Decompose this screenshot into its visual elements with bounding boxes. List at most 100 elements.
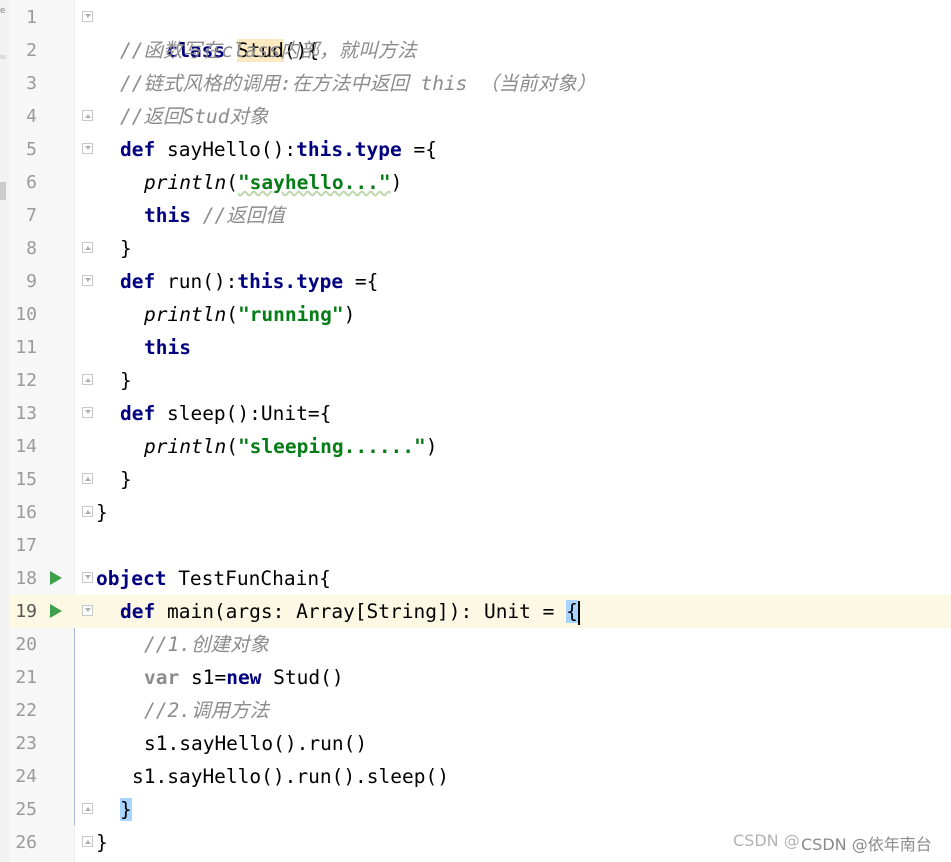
string-literal: "sayhello..." [237,171,391,194]
line-number: 22 [15,700,37,721]
fold-close-icon[interactable] [82,803,93,814]
keyword-this-type: this.type [296,138,402,161]
code-comment: //1.创建对象 [144,633,269,656]
run-icon[interactable] [50,604,62,618]
paren: ( [226,171,238,194]
keyword-object: object [96,567,179,590]
paren: ) [390,171,403,194]
line-number: 15 [15,469,37,490]
fold-open-icon[interactable] [82,605,93,616]
keyword-var: var [144,666,191,689]
line-number: 11 [15,337,37,358]
line-number: 2 [26,40,37,61]
paren: ( [226,303,238,326]
code-text: ={ [343,270,379,293]
line-number: 25 [15,799,37,820]
fold-close-icon[interactable] [82,506,93,517]
keyword-this: this [144,336,191,359]
line-number: 18 [15,568,37,589]
line-number: 23 [15,733,37,754]
code-text: s1.sayHello().run().sleep() [132,765,449,788]
fold-open-icon[interactable] [82,407,93,418]
code-line-16[interactable]: 16 } [0,496,951,529]
fold-open-icon[interactable] [82,143,93,154]
line-number: 17 [15,535,37,556]
line-number: 20 [15,634,37,655]
code-text: } [120,237,132,260]
code-text: sayHello(): [166,138,297,161]
fold-close-icon[interactable] [82,242,93,253]
code-line-24[interactable]: 24 s1.sayHello().run().sleep() [0,760,951,793]
line-number: 3 [26,73,37,94]
code-text: s1= [190,666,227,689]
function-call: println [144,171,227,194]
fold-open-icon[interactable] [82,11,93,22]
code-line-18[interactable]: 18 object TestFunChain{ [0,562,951,595]
code-line-4[interactable]: 4 //返回Stud对象 [0,100,951,133]
code-text: main(args: Array[String]): Unit = [166,600,567,623]
code-line-3[interactable]: 3 //链式风格的调用:在方法中返回 this （当前对象） [0,67,951,100]
matched-brace: } [120,798,132,821]
code-comment: //函数写在class内部，就叫方法 [120,39,417,62]
code-line-8[interactable]: 8 } [0,232,951,265]
code-line-5[interactable]: 5 def sayHello():this.type ={ [0,133,951,166]
code-comment: //返回值 [190,204,285,227]
code-text: TestFunChain{ [178,567,331,590]
code-line-9[interactable]: 9 def run():this.type ={ [0,265,951,298]
line-number: 12 [15,370,37,391]
code-editor[interactable]: e 1 class Stud(){ 2 //函数写在class内部，就叫方法 3… [0,0,951,862]
line-number: 9 [26,271,37,292]
code-line-10[interactable]: 10 println("running") [0,298,951,331]
paren: ) [343,303,356,326]
code-text: } [96,831,108,854]
code-line-12[interactable]: 12 } [0,364,951,397]
line-number: 7 [26,205,37,226]
code-line-7[interactable]: 7 this //返回值 [0,199,951,232]
line-number: 4 [26,106,37,127]
code-line-14[interactable]: 14 println("sleeping......") [0,430,951,463]
code-line-23[interactable]: 23 s1.sayHello().run() [0,727,951,760]
code-text: ={ [401,138,438,161]
keyword-this-type: this.type [237,270,344,293]
function-call: println [144,303,227,326]
code-text: } [120,369,132,392]
code-line-11[interactable]: 11 this [0,331,951,364]
line-number: 21 [15,667,37,688]
code-line-6[interactable]: 6 println("sayhello...") [0,166,951,199]
line-number: 6 [26,172,37,193]
code-line-1[interactable]: 1 class Stud(){ [0,1,951,62]
code-line-13[interactable]: 13 def sleep():Unit={ [0,397,951,430]
code-text: } [96,501,108,524]
line-number: 8 [26,238,37,259]
code-line-19[interactable]: 19 def main(args: Array[String]): Unit =… [0,595,951,628]
code-line-21[interactable]: 21 var s1=new Stud() [0,661,951,694]
code-line-22[interactable]: 22 //2.调用方法 [0,694,951,727]
run-icon[interactable] [50,571,62,585]
code-line-15[interactable]: 15 } [0,463,951,496]
paren: ( [226,435,238,458]
line-number: 24 [15,766,37,787]
code-line-17[interactable]: 17 [0,529,951,562]
code-text: Stud() [261,666,344,689]
code-line-2[interactable]: 2 //函数写在class内部，就叫方法 [0,34,951,67]
string-literal: "sleeping......" [237,435,426,458]
fold-close-icon[interactable] [82,374,93,385]
keyword-this: this [144,204,191,227]
fold-close-icon[interactable] [82,110,93,121]
fold-close-icon[interactable] [82,473,93,484]
watermark-back-text: CSDN @ [733,831,800,850]
fold-close-icon[interactable] [82,836,93,847]
fold-open-icon[interactable] [82,572,93,583]
string-literal: "running" [237,303,344,326]
code-comment: //返回Stud对象 [120,105,269,128]
code-line-20[interactable]: 20 //1.创建对象 [0,628,951,661]
code-line-25[interactable]: 25 } [0,793,951,826]
matched-brace: { [566,600,578,623]
code-comment: //2.调用方法 [144,699,269,722]
line-number: 16 [15,502,37,523]
fold-open-icon[interactable] [82,275,93,286]
line-number: 19 [15,601,37,622]
keyword-new: new [226,666,262,689]
code-comment: //链式风格的调用:在方法中返回 this （当前对象） [120,72,597,95]
line-number: 13 [15,403,37,424]
